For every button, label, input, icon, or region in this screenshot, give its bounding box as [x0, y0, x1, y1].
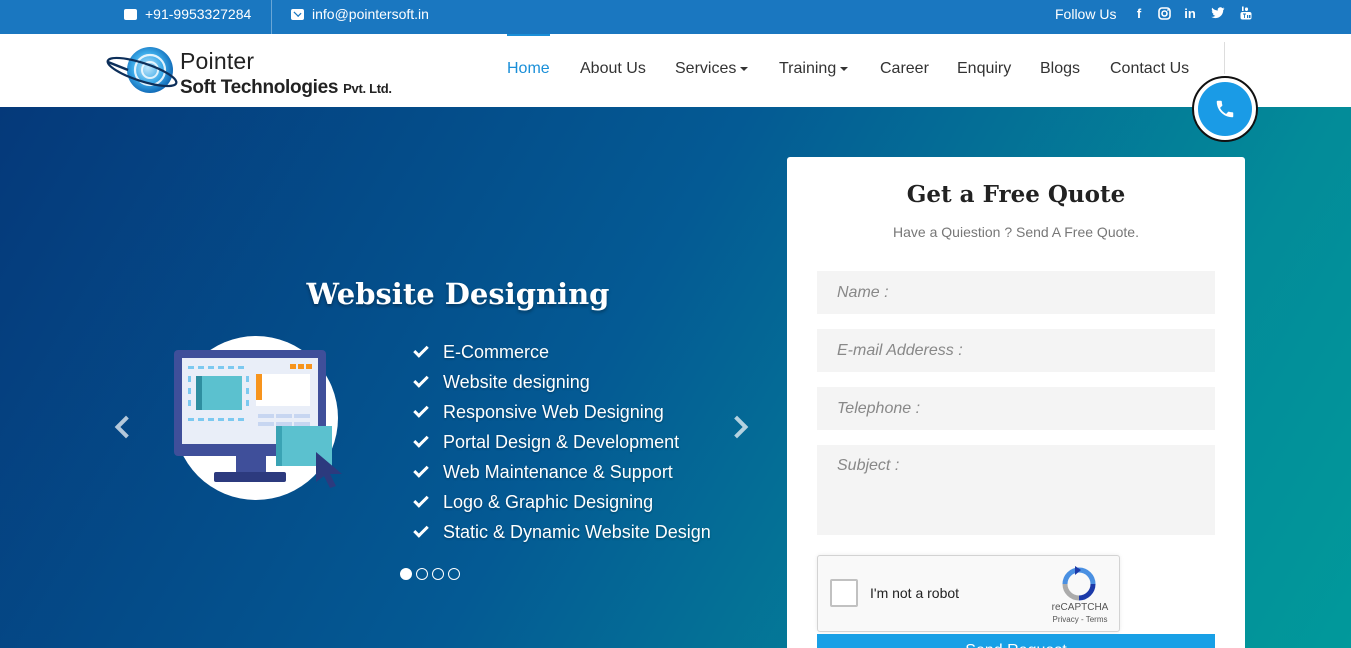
recaptcha-links[interactable]: Privacy - Terms — [1040, 615, 1120, 624]
recaptcha-widget: I'm not a robot reCAPTCHA Privacy - Term… — [817, 555, 1120, 632]
recaptcha-brand: reCAPTCHA — [1051, 602, 1109, 613]
feature-item: Logo & Graphic Designing — [413, 487, 711, 517]
email-contact[interactable]: info@pointersoft.in — [291, 0, 429, 28]
feature-item: Portal Design & Development — [413, 427, 711, 457]
chevron-down-icon — [740, 66, 749, 71]
nav-divider — [1224, 42, 1225, 74]
call-button-inner — [1198, 82, 1252, 136]
free-quote-form: Get a Free Quote Have a Quiestion ? Send… — [787, 157, 1245, 648]
slider-dot[interactable] — [400, 568, 412, 580]
nav-active-indicator — [507, 34, 550, 36]
phone-icon — [1216, 100, 1234, 118]
feature-list: E-Commerce Website designing Responsive … — [413, 337, 711, 547]
feature-label: Logo & Graphic Designing — [443, 491, 654, 512]
youtube-icon[interactable] — [1238, 4, 1254, 22]
logo-text-soft-tech: Soft Technologies — [180, 77, 339, 98]
linkedin-icon[interactable]: in — [1183, 4, 1197, 22]
call-button[interactable] — [1192, 76, 1258, 142]
logo-text-suffix: Pvt. Ltd. — [343, 81, 392, 96]
feature-item: E-Commerce — [413, 337, 711, 367]
check-icon — [413, 401, 429, 418]
phone-contact[interactable]: +91-9953327284 — [124, 0, 251, 28]
phone-icon — [124, 8, 137, 20]
slider-dot[interactable] — [416, 568, 428, 580]
main-navbar: Pointer Soft Technologies Pvt. Ltd. Home… — [0, 34, 1351, 107]
feature-label: Portal Design & Development — [443, 431, 680, 452]
nav-about-us[interactable]: About Us — [580, 60, 646, 78]
nav-career[interactable]: Career — [880, 60, 929, 78]
feature-label: Website designing — [443, 371, 590, 392]
slider-dot[interactable] — [432, 568, 444, 580]
check-icon — [413, 431, 429, 448]
hero-slider: Website Designing E-Commerce Website des… — [0, 107, 1351, 648]
feature-item: Static & Dynamic Website Design — [413, 517, 711, 547]
slider-dot[interactable] — [448, 568, 460, 580]
slider-indicators — [400, 568, 460, 580]
name-input[interactable] — [817, 271, 1215, 314]
quote-subtitle: Have a Quiestion ? Send A Free Quote. — [893, 224, 1139, 240]
feature-label: Web Maintenance & Support — [443, 461, 673, 482]
feature-item: Website designing — [413, 367, 711, 397]
topbar-divider — [271, 0, 272, 34]
logo-text-company: Soft Technologies Pvt. Ltd. — [180, 77, 392, 99]
slide-title: Website Designing — [306, 277, 610, 311]
facebook-icon[interactable]: f — [1133, 4, 1145, 22]
recaptcha-icon — [1062, 566, 1096, 601]
check-icon — [413, 341, 429, 358]
logo-globe-icon — [106, 47, 178, 93]
email-input[interactable] — [817, 329, 1215, 372]
feature-label: Static & Dynamic Website Design — [443, 521, 711, 542]
top-bar: +91-9953327284 info@pointersoft.in Follo… — [0, 0, 1351, 34]
nav-enquiry[interactable]: Enquiry — [957, 60, 1011, 78]
feature-label: Responsive Web Designing — [443, 401, 664, 422]
quote-title: Get a Free Quote — [906, 181, 1126, 208]
nav-home[interactable]: Home — [507, 60, 550, 78]
slider-prev-icon[interactable] — [114, 415, 138, 439]
nav-contact-us[interactable]: Contact Us — [1110, 60, 1189, 78]
twitter-icon[interactable] — [1210, 4, 1226, 22]
instagram-icon[interactable] — [1157, 4, 1171, 22]
check-icon — [413, 371, 429, 388]
logo-text-pointer: Pointer — [180, 48, 255, 74]
feature-item: Responsive Web Designing — [413, 397, 711, 427]
nav-services-label: Services — [675, 60, 737, 77]
nav-training-label: Training — [779, 60, 837, 77]
telephone-input[interactable] — [817, 387, 1215, 430]
recaptcha-checkbox[interactable] — [830, 579, 858, 607]
check-icon — [413, 491, 429, 508]
subject-input[interactable] — [817, 445, 1215, 535]
email-address: info@pointersoft.in — [312, 6, 429, 22]
slider-next-icon[interactable] — [725, 415, 749, 439]
chevron-down-icon — [840, 66, 849, 71]
web-design-illustration — [174, 336, 342, 500]
phone-number: +91-9953327284 — [145, 6, 252, 22]
nav-blogs[interactable]: Blogs — [1040, 60, 1080, 78]
company-logo[interactable]: Pointer Soft Technologies Pvt. Ltd. — [106, 42, 406, 102]
nav-training[interactable]: Training — [779, 60, 849, 78]
envelope-icon — [291, 8, 304, 20]
check-icon — [413, 521, 429, 538]
feature-item: Web Maintenance & Support — [413, 457, 711, 487]
follow-us-label: Follow Us — [1055, 6, 1117, 22]
check-icon — [413, 461, 429, 478]
nav-services[interactable]: Services — [675, 60, 749, 78]
recaptcha-label: I'm not a robot — [870, 585, 960, 601]
send-request-button[interactable]: Send Request — [817, 634, 1215, 648]
feature-label: E-Commerce — [443, 341, 550, 362]
